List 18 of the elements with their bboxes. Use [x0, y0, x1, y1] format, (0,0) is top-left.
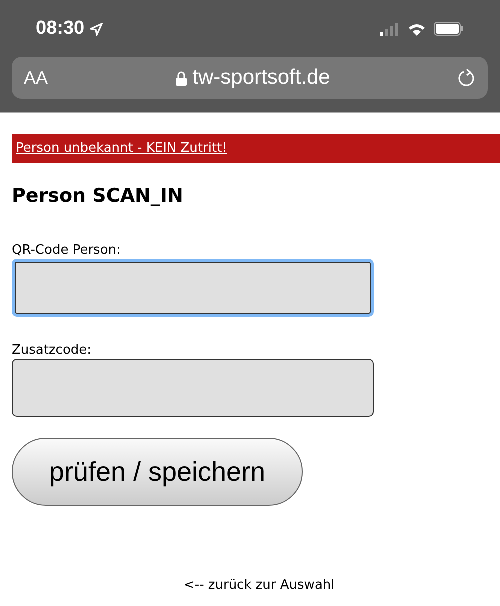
location-arrow-icon: [90, 22, 103, 36]
alert-link[interactable]: Person unbekannt - KEIN Zutritt!: [16, 141, 228, 156]
field-label: Zusatzcode:: [12, 343, 93, 359]
text-size-button[interactable]: AA: [24, 68, 48, 88]
input-field[interactable]: [12, 259, 374, 317]
field-label: QR-Code Person:: [12, 243, 122, 259]
lock-icon: [176, 70, 187, 86]
battery-icon: [434, 22, 464, 36]
reload-icon[interactable]: [458, 69, 476, 87]
input-field[interactable]: [12, 359, 374, 417]
signal-icon: [380, 22, 400, 36]
page-heading: Person SCAN_IN: [12, 185, 184, 207]
url-text: tw-sportsoft.de: [192, 66, 330, 90]
wifi-icon: [408, 22, 426, 36]
address-bar[interactable]: AA tw-sportsoft.de: [12, 57, 488, 99]
submit-button[interactable]: prüfen / speichern: [12, 438, 303, 506]
back-link[interactable]: <-- zurück zur Auswahl: [174, 578, 335, 593]
clock-time: 08:30: [36, 18, 85, 40]
